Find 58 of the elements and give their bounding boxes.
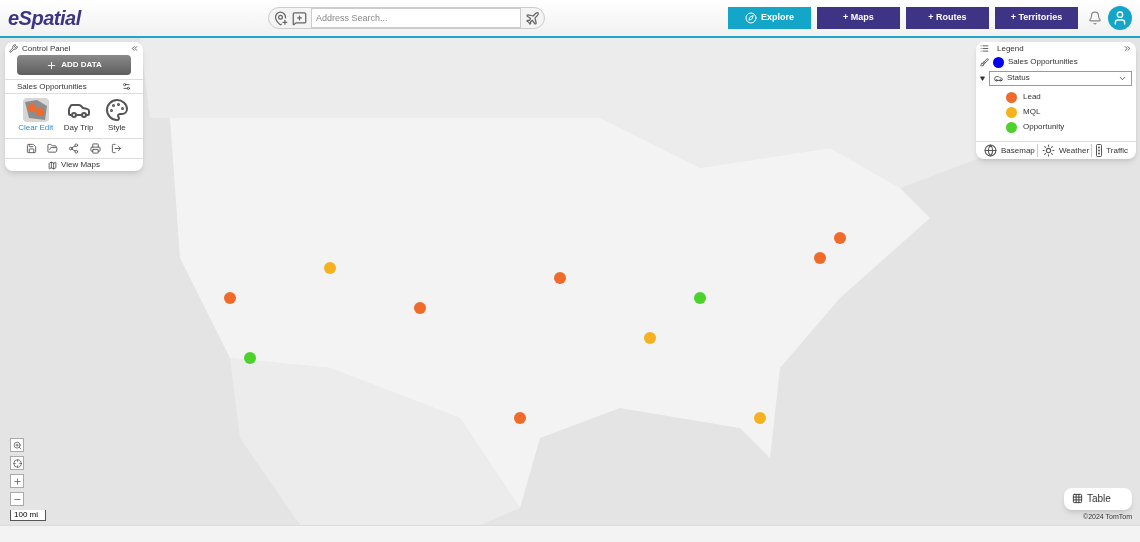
map-icon [48,160,57,170]
collapse-icon[interactable] [130,44,139,53]
dataset-name[interactable]: Sales Opportunities [17,80,122,93]
palette-icon [104,98,129,122]
zoom-out-button[interactable] [10,492,24,506]
logo[interactable]: eSpatial [8,3,268,33]
map-edit-icon [22,98,49,122]
grid-icon [1072,493,1083,504]
add-pin-icon[interactable] [273,10,288,26]
legend-label: Lead [1023,91,1041,103]
tool-button[interactable]: Clear Edit [16,98,56,134]
zoom-icon [12,440,22,450]
globe-icon [984,144,997,157]
group-by-dropdown[interactable]: Status [989,70,1132,86]
view-maps-button[interactable]: View Maps [5,158,143,171]
folder-icon[interactable] [47,143,59,154]
nav-button[interactable]: + Maps [817,7,900,29]
scale-bar: 100 mi [10,510,46,521]
legend-footer-button[interactable]: Basemap [984,144,1035,157]
export-icon[interactable] [110,143,122,154]
legend-footer-button[interactable]: Weather [1036,144,1090,157]
sun-icon [1041,144,1055,157]
address-search-field[interactable]: Address Search... [311,8,521,28]
settings-icon[interactable] [122,82,131,91]
legend-title: Legend [996,42,1025,55]
nav-button[interactable]: + Territories [995,7,1078,29]
wrench-icon [9,44,18,53]
add-note-icon[interactable] [292,10,307,26]
crosshair-icon [12,458,22,468]
expand-icon[interactable] [980,75,985,81]
collapse-icon[interactable] [1123,44,1132,53]
panel-title: Control Panel [22,42,72,55]
legend-footer-button[interactable]: Traffic [1091,144,1128,157]
tool-button[interactable]: Style [101,98,132,134]
traffic-light-icon [1096,144,1103,157]
user-avatar[interactable] [1108,6,1132,30]
tool-button[interactable]: Day Trip [61,98,96,134]
legend-label: MQL [1023,106,1041,118]
plane-icon[interactable] [525,10,540,26]
zoom-in-button[interactable] [10,474,24,488]
table-button[interactable]: Table [1064,487,1132,510]
print-icon[interactable] [89,143,101,154]
plus-icon [12,476,22,486]
plus-icon [46,59,58,71]
user-icon [1112,10,1128,26]
bell-icon[interactable] [1088,11,1102,25]
legend-label: Opportunity [1023,121,1065,133]
zoom-box-button[interactable] [10,438,24,452]
brush-icon[interactable] [980,57,989,67]
layer-name: Sales Opportunities [1008,56,1078,68]
add-data-button[interactable]: ADD DATA [17,55,131,75]
locate-button[interactable] [10,456,24,470]
share-icon[interactable] [68,143,80,154]
nav-button[interactable]: + Routes [906,7,989,29]
car-icon [994,73,1003,83]
compass-icon [745,12,757,24]
save-icon[interactable] [26,143,38,154]
list-icon [980,44,989,53]
